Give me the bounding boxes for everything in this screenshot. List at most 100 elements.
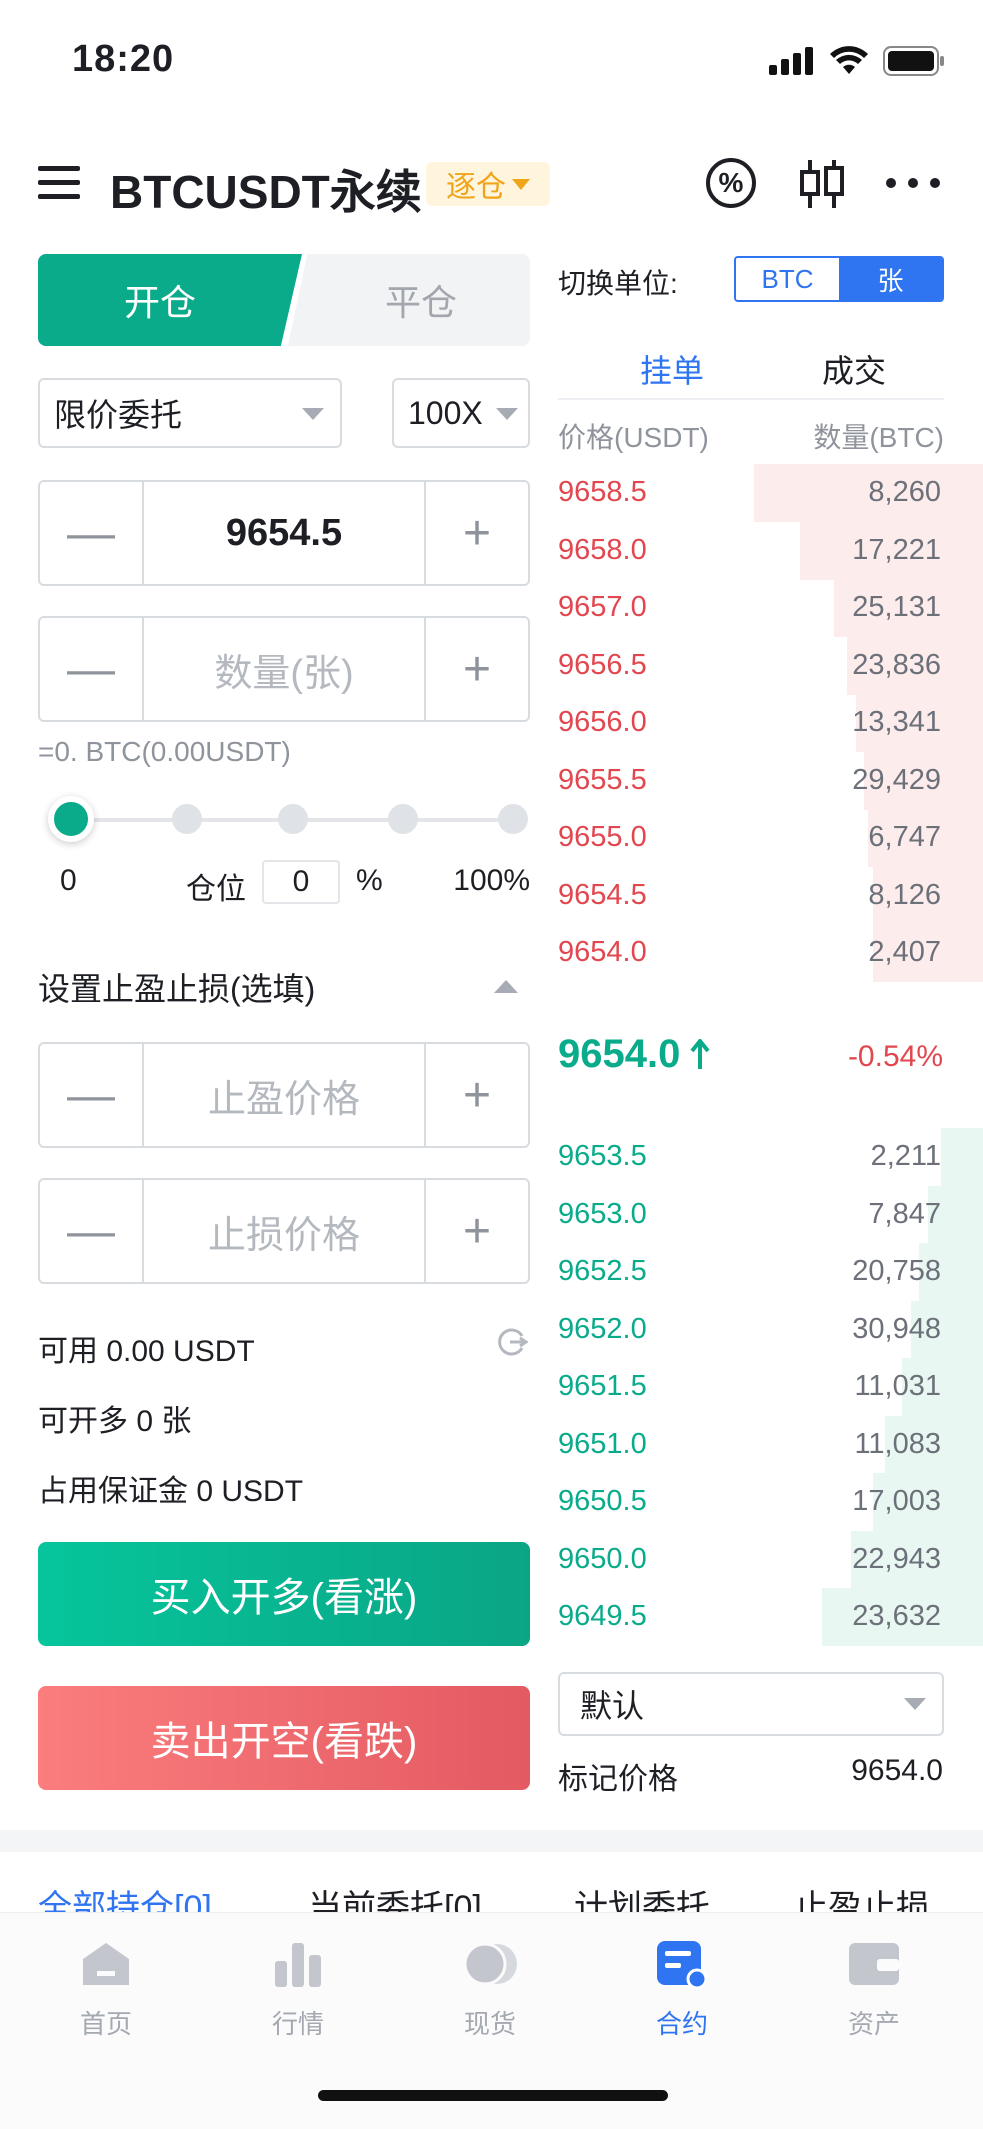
slider-step-100[interactable]: [498, 804, 528, 834]
unit-option-contracts[interactable]: 张: [839, 258, 942, 300]
home-icon: [83, 1943, 129, 1985]
bid-quantity: 20,758: [852, 1255, 941, 1287]
take-profit-input[interactable]: 止盈价格: [144, 1044, 424, 1146]
ask-quantity: 25,131: [852, 591, 941, 623]
take-profit-stepper: — 止盈价格 +: [38, 1042, 530, 1148]
nav-market[interactable]: 行情: [218, 1939, 378, 2041]
order-book-tabs: 挂单 成交: [558, 340, 944, 400]
slider-labels: 0 仓位 0 % 100%: [38, 860, 530, 910]
price-input[interactable]: 9654.5: [144, 482, 424, 584]
cellular-signal-icon: [769, 47, 813, 75]
sell-open-short-button[interactable]: 卖出开空(看跌): [38, 1686, 530, 1790]
last-price: 9654.0: [558, 1032, 710, 1077]
margin-mode-selector[interactable]: 逐仓: [426, 162, 550, 206]
market-chart-icon: [275, 1943, 321, 1987]
buy-open-long-button[interactable]: 买入开多(看涨): [38, 1542, 530, 1646]
ask-quantity: 2,407: [868, 936, 941, 968]
percent-unit: %: [356, 864, 383, 897]
price-decrease-button[interactable]: —: [40, 482, 144, 584]
bid-row[interactable]: 9653.0 7,847: [558, 1185, 983, 1244]
ask-quantity: 29,429: [852, 763, 941, 796]
spot-coins-icon: [463, 1942, 517, 1986]
stop-loss-input[interactable]: 止损价格: [144, 1180, 424, 1282]
bid-price: 9653.5: [558, 1140, 647, 1172]
slider-handle[interactable]: [48, 796, 94, 842]
price-stepper: — 9654.5 +: [38, 480, 530, 586]
position-percent-input[interactable]: 0: [262, 860, 340, 904]
tab-trades[interactable]: 成交: [822, 346, 886, 392]
nav-assets-label: 资产: [847, 2009, 900, 2039]
pair-title[interactable]: BTCUSDT永续: [110, 156, 422, 222]
nav-assets[interactable]: 资产: [794, 1939, 954, 2041]
stop-loss-stepper: — 止损价格 +: [38, 1178, 530, 1284]
ask-row[interactable]: 9656.0 13,341: [558, 694, 983, 752]
percent-fee-icon[interactable]: %: [706, 158, 756, 208]
more-options-icon[interactable]: [886, 178, 940, 188]
ask-row[interactable]: 9655.0 6,747: [558, 809, 983, 867]
bid-row[interactable]: 9649.5 23,632: [558, 1588, 983, 1646]
stop-loss-decrease-button[interactable]: —: [40, 1180, 144, 1282]
candlestick-chart-icon[interactable]: [798, 156, 846, 212]
quantity-increase-button[interactable]: +: [424, 618, 528, 720]
bid-row[interactable]: 9650.0 22,943: [558, 1530, 983, 1589]
tpsl-section-title[interactable]: 设置止盈止损(选填): [38, 964, 315, 1010]
slider-step-25[interactable]: [172, 804, 202, 834]
available-balance: 可用 0.00 USDT: [38, 1335, 255, 1368]
bid-row[interactable]: 9650.5 17,003: [558, 1473, 983, 1531]
ask-row[interactable]: 9654.0 2,407: [558, 924, 983, 982]
arrow-up-icon: [690, 1038, 710, 1069]
unit-switch-label: 切换单位:: [558, 268, 678, 299]
ask-row[interactable]: 9657.0 25,131: [558, 579, 983, 637]
tab-close-position[interactable]: 平仓: [288, 254, 530, 346]
price-column-header: 价格(USDT): [558, 422, 709, 453]
bid-price: 9652.0: [558, 1312, 647, 1345]
ask-row[interactable]: 9658.0 17,221: [558, 521, 983, 580]
ask-row[interactable]: 9655.5 29,429: [558, 751, 983, 810]
quantity-decrease-button[interactable]: —: [40, 618, 144, 720]
price-increase-button[interactable]: +: [424, 482, 528, 584]
bid-row[interactable]: 9653.5 2,211: [558, 1128, 983, 1186]
ask-row[interactable]: 9654.5 8,126: [558, 866, 983, 925]
status-icons: [769, 46, 945, 76]
quantity-input[interactable]: 数量(张): [144, 618, 424, 720]
ask-row[interactable]: 9656.5 23,836: [558, 636, 983, 695]
order-type-select[interactable]: 限价委托: [38, 378, 342, 448]
position-slider[interactable]: [48, 796, 528, 842]
bid-price: 9652.5: [558, 1255, 647, 1287]
tab-open-position[interactable]: 开仓: [38, 254, 302, 346]
bid-row[interactable]: 9652.0 30,948: [558, 1300, 983, 1359]
depth-mode-select[interactable]: 默认: [558, 1672, 944, 1736]
price-change-percent: -0.54%: [847, 1040, 943, 1073]
wallet-icon: [849, 1943, 899, 1985]
transfer-refresh-icon[interactable]: [496, 1326, 528, 1358]
nav-spot[interactable]: 现货: [410, 1939, 570, 2041]
menu-icon[interactable]: [38, 166, 80, 200]
bid-row[interactable]: 9651.5 11,031: [558, 1358, 983, 1416]
leverage-select[interactable]: 100X: [392, 378, 530, 448]
bid-quantity: 30,948: [852, 1312, 941, 1345]
chevron-down-icon: [512, 178, 530, 190]
nav-home[interactable]: 首页: [26, 1939, 186, 2041]
tab-orders[interactable]: 挂单: [640, 346, 704, 392]
bid-row[interactable]: 9651.0 11,083: [558, 1415, 983, 1474]
bid-row[interactable]: 9652.5 20,758: [558, 1243, 983, 1301]
nav-contract[interactable]: 合约: [602, 1939, 762, 2041]
ask-row[interactable]: 9658.5 8,260: [558, 464, 983, 522]
take-profit-increase-button[interactable]: +: [424, 1044, 528, 1146]
nav-home-label: 首页: [79, 2009, 132, 2039]
stop-loss-increase-button[interactable]: +: [424, 1180, 528, 1282]
max-open-long: 可开多 0 张: [38, 1405, 192, 1438]
ask-price: 9658.5: [558, 476, 647, 508]
take-profit-decrease-button[interactable]: —: [40, 1044, 144, 1146]
order-type-value: 限价委托: [54, 397, 183, 433]
mark-price-label: 标记价格: [558, 1763, 678, 1796]
bid-depth-bar: [940, 1128, 983, 1186]
slider-step-50[interactable]: [278, 804, 308, 834]
bid-price: 9650.5: [558, 1485, 647, 1517]
chevron-up-icon[interactable]: [494, 980, 518, 993]
slider-step-75[interactable]: [388, 804, 418, 834]
unit-option-btc[interactable]: BTC: [736, 258, 839, 300]
ask-price: 9655.5: [558, 763, 647, 796]
slider-max-label: 100%: [453, 864, 530, 897]
ask-quantity: 6,747: [868, 821, 941, 853]
